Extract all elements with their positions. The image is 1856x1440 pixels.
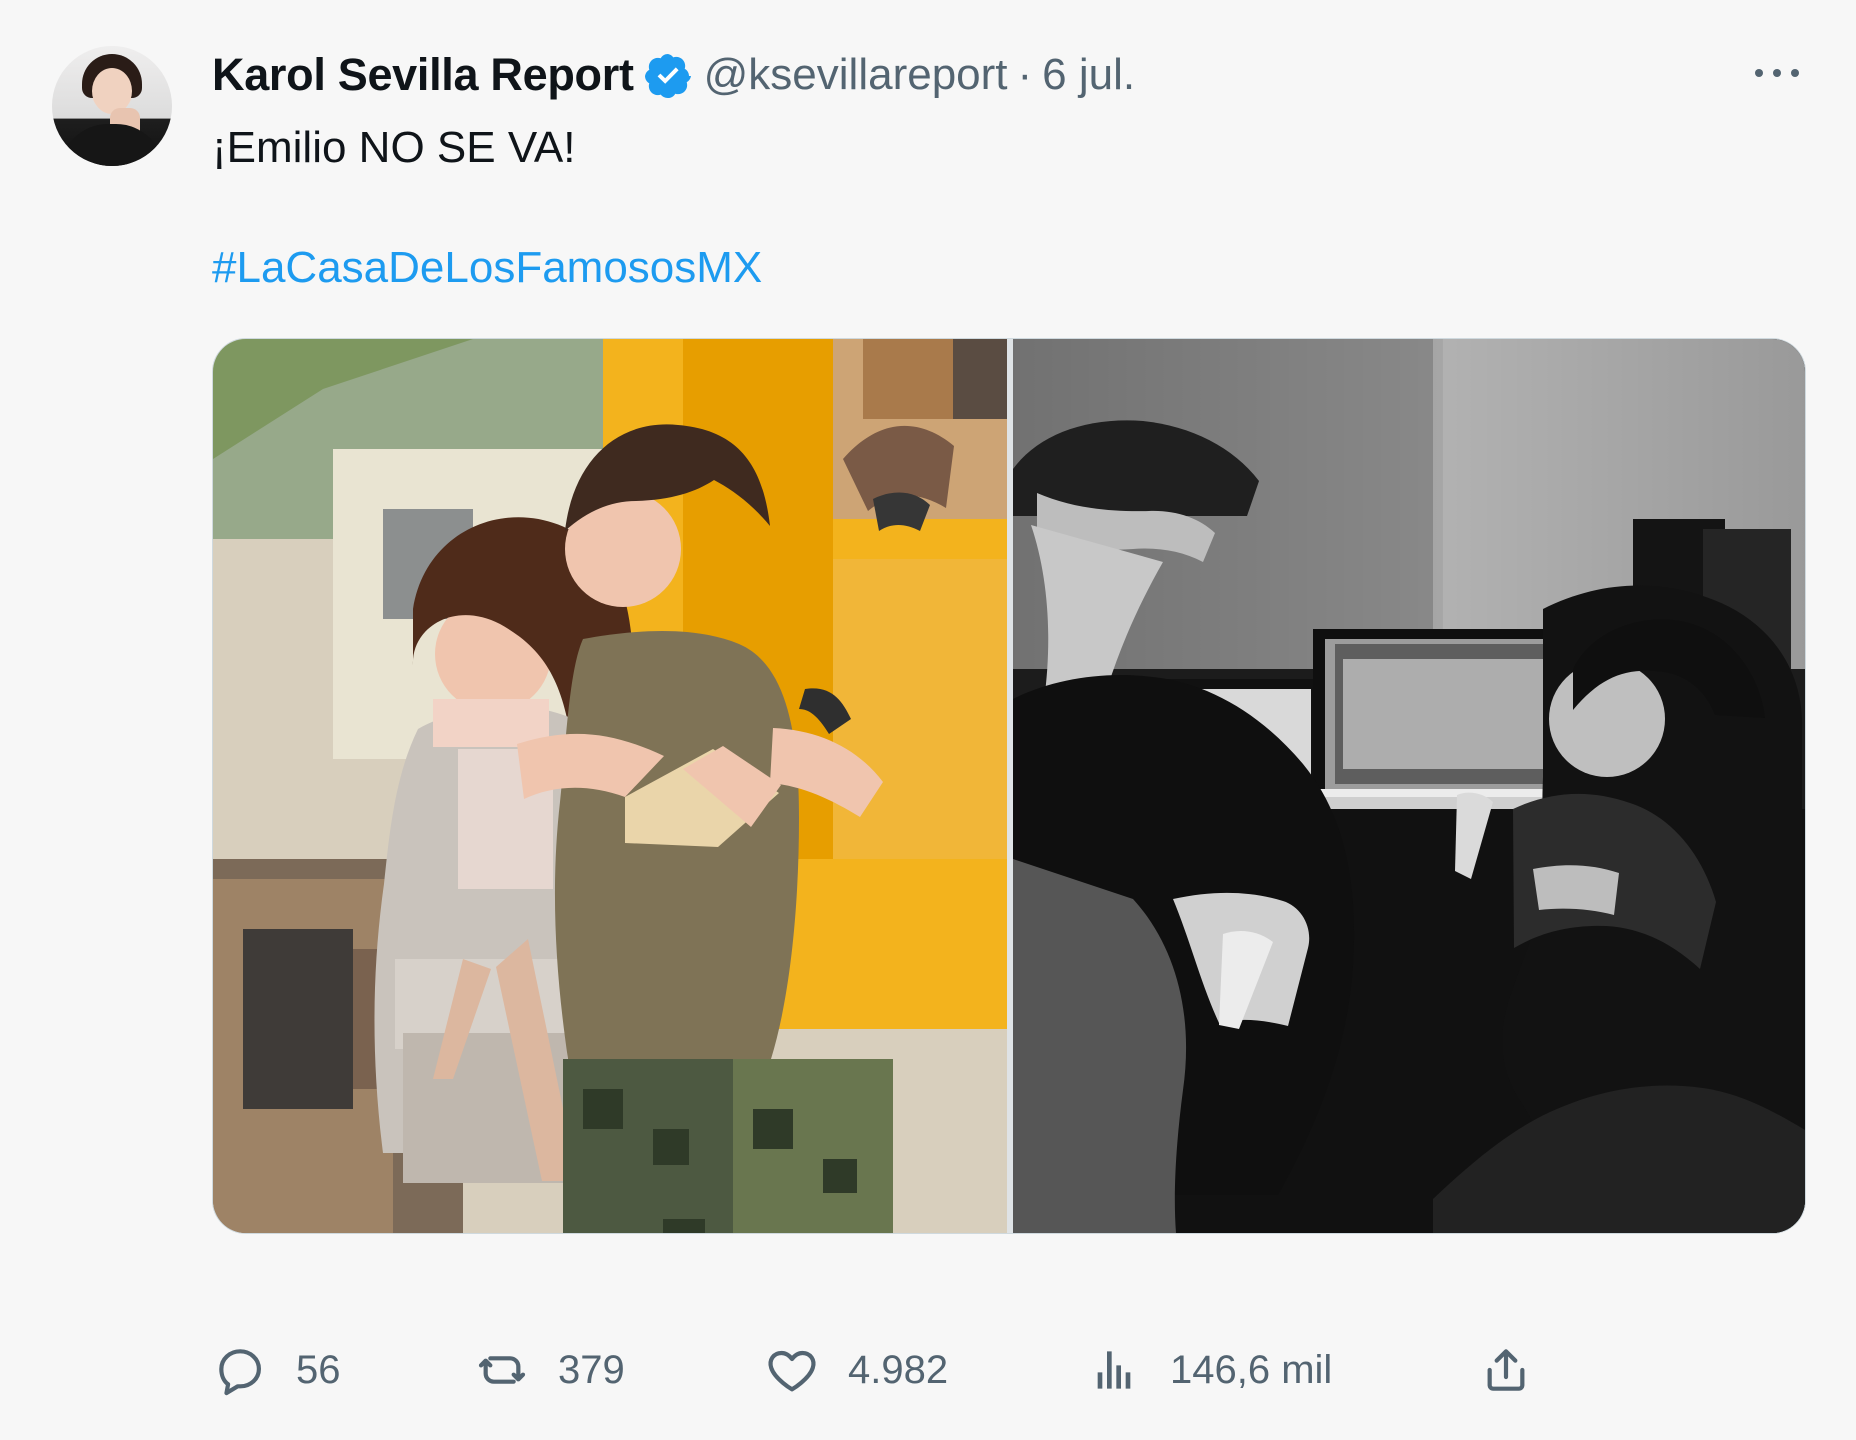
- avatar[interactable]: [52, 46, 172, 166]
- photo-left[interactable]: [213, 339, 1007, 1233]
- tweet-text: ¡Emilio NO SE VA!: [212, 123, 576, 172]
- share-icon: [1487, 1349, 1525, 1391]
- avatar-body: [60, 124, 164, 166]
- media-grid: [212, 338, 1806, 1234]
- tweet-card[interactable]: Karol Sevilla Report @ksevillareport · 6…: [0, 0, 1856, 1440]
- tweet-date[interactable]: 6 jul.: [1042, 50, 1135, 100]
- photo-right[interactable]: [1013, 339, 1805, 1233]
- action-bar: 56 379 4.982 146,6 mil: [212, 1342, 1804, 1398]
- photo-right-illustration: [1013, 339, 1805, 1233]
- author-handle[interactable]: @ksevillareport: [704, 50, 1008, 100]
- views-button[interactable]: 146,6 mil: [1086, 1342, 1332, 1398]
- more-icon[interactable]: [1750, 58, 1804, 88]
- reply-button[interactable]: 56: [212, 1342, 341, 1398]
- retweet-icon: [478, 1356, 526, 1384]
- heart-icon: [768, 1350, 816, 1392]
- like-count: 4.982: [848, 1347, 949, 1392]
- retweet-button[interactable]: 379: [474, 1342, 625, 1398]
- author-name[interactable]: Karol Sevilla Report: [212, 49, 634, 101]
- metadata-separator: ·: [1017, 50, 1033, 99]
- verified-badge-icon: [644, 54, 691, 99]
- hashtag-link[interactable]: #LaCasaDeLosFamososMX: [212, 238, 762, 298]
- reply-count: 56: [296, 1347, 341, 1392]
- views-icon: [1097, 1351, 1131, 1389]
- reply-icon: [219, 1349, 261, 1396]
- retweet-count: 379: [558, 1347, 625, 1392]
- tweet-header: Karol Sevilla Report @ksevillareport · 6…: [212, 44, 1135, 106]
- views-count: 146,6 mil: [1170, 1347, 1333, 1392]
- share-button[interactable]: [1478, 1342, 1534, 1398]
- photo-left-illustration: [213, 339, 1007, 1233]
- like-button[interactable]: 4.982: [764, 1342, 948, 1398]
